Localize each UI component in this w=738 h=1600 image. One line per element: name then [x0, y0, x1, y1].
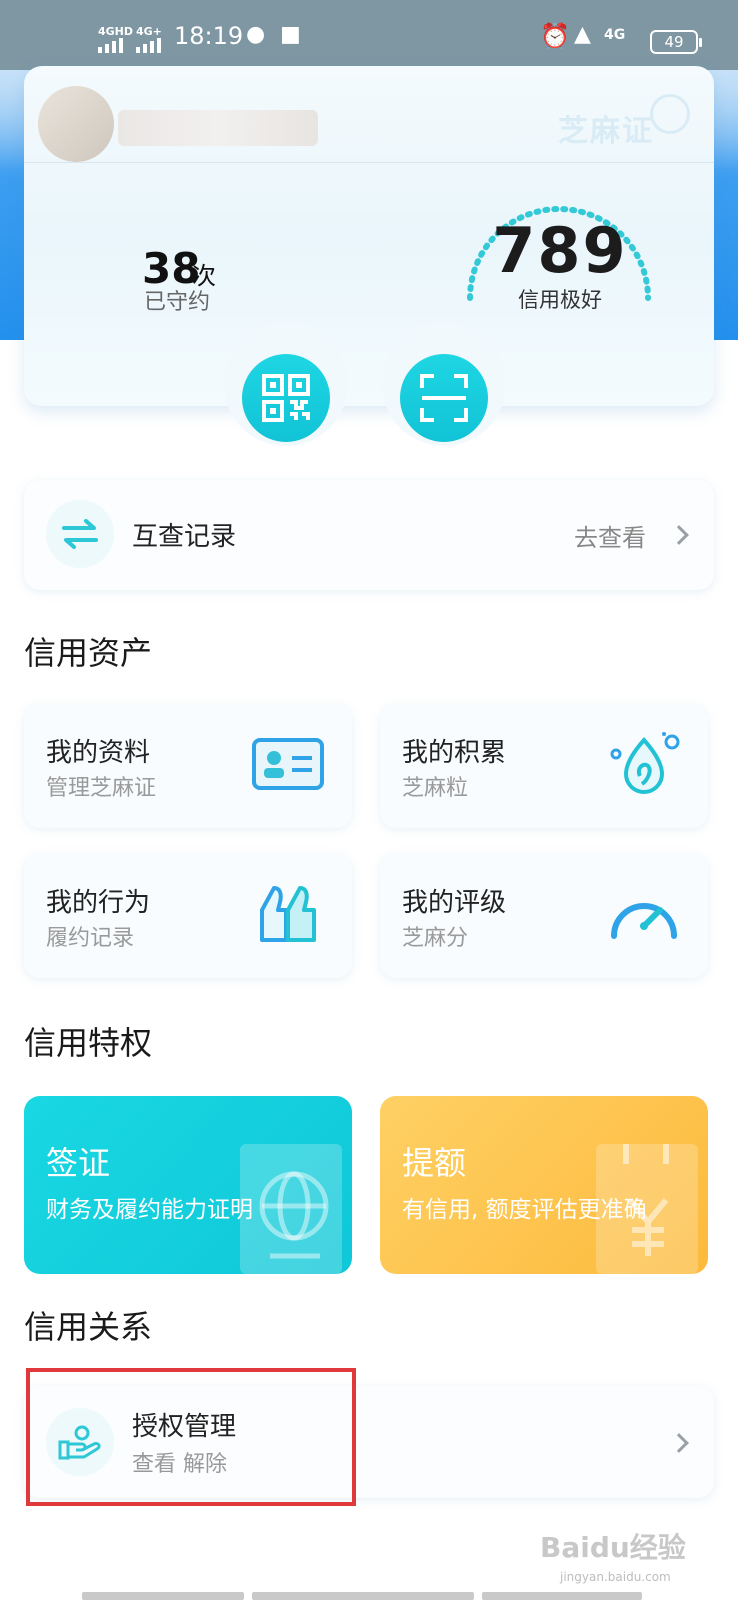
- tile-subtitle: 芝麻分: [402, 926, 469, 951]
- tile-subtitle: 芝麻粒: [402, 776, 469, 801]
- mute-bell-icon: ▲: [574, 22, 591, 47]
- signal-strength-icon-2: [136, 38, 161, 53]
- section-title-credit-assets: 信用资产: [24, 634, 153, 672]
- status-bar: 4GHD 4G+ 18:19 ● ■ ⏰ ▲ 4G 49: [0, 0, 738, 70]
- mutual-check-action[interactable]: 去查看: [574, 518, 646, 553]
- scan-icon: [420, 374, 468, 422]
- perk-subtitle: 财务及履约能力证明: [46, 1197, 253, 1223]
- bottom-edge-bar: [252, 1592, 474, 1600]
- credit-score-card: 芝麻证 38 次 已守约 789 信用极好: [24, 66, 714, 406]
- tile-my-rating[interactable]: 我的评级 芝麻分: [380, 854, 708, 978]
- wechat-icon: ●: [246, 22, 266, 47]
- thumbs-up-icon: [260, 886, 316, 942]
- tile-title: 我的评级: [402, 888, 507, 918]
- tile-my-behavior[interactable]: 我的行为 履约记录: [24, 854, 352, 978]
- tile-title: 我的行为: [46, 888, 151, 918]
- signal-strength-icon: [98, 38, 123, 53]
- brand-watermark: 芝麻证: [558, 114, 654, 149]
- perk-title: 提额: [402, 1144, 467, 1182]
- bottom-edge-bar: [82, 1592, 244, 1600]
- alarm-icon: ⏰: [540, 22, 570, 50]
- network-type-label-2: 4G+: [136, 25, 162, 38]
- perk-visa-card[interactable]: 签证 财务及履约能力证明: [24, 1096, 352, 1274]
- gauge-icon: [611, 903, 677, 939]
- perk-title: 签证: [46, 1144, 111, 1182]
- score-label: 信用极好: [518, 288, 602, 312]
- tile-title: 我的资料: [46, 738, 151, 768]
- bottom-edge-bar: [482, 1592, 642, 1600]
- credit-score[interactable]: 789: [460, 214, 660, 287]
- tile-my-profile[interactable]: 我的资料 管理芝麻证: [24, 704, 352, 828]
- network-type-label-3: 4G: [604, 27, 626, 43]
- network-type-label: 4GHD: [98, 25, 134, 38]
- perk-subtitle: 有信用, 额度评估更准确: [402, 1197, 647, 1223]
- mutual-check-title: 互查记录: [132, 522, 237, 552]
- battery-icon: 49: [650, 30, 702, 54]
- dnd-app-icon: ■: [280, 22, 301, 47]
- chevron-right-icon: [669, 525, 689, 545]
- swap-icon: [46, 500, 114, 568]
- chevron-right-icon: [669, 1433, 689, 1453]
- tile-subtitle: 管理芝麻证: [46, 776, 157, 801]
- avatar[interactable]: [38, 86, 114, 162]
- tile-title: 我的积累: [402, 738, 507, 768]
- mutual-check-row[interactable]: 互查记录 去查看: [24, 480, 714, 590]
- user-name-redacted: [118, 110, 318, 146]
- brand-logo-icon: [650, 94, 690, 134]
- red-highlight-box: [26, 1368, 356, 1506]
- perk-limit-increase-card[interactable]: 提额 有信用, 额度评估更准确: [380, 1096, 708, 1274]
- tile-my-accumulation[interactable]: 我的积累 芝麻粒: [380, 704, 708, 828]
- section-title-credit-relations: 信用关系: [24, 1308, 153, 1346]
- kept-label: 已守约: [144, 290, 211, 315]
- qr-code-icon: [262, 374, 310, 422]
- scan-button[interactable]: [400, 354, 488, 442]
- tile-subtitle: 履约记录: [46, 926, 135, 951]
- passport-icon: [240, 1144, 342, 1274]
- section-title-credit-privileges: 信用特权: [24, 1024, 153, 1062]
- baidu-watermark: Baidu经验: [540, 1531, 686, 1564]
- id-card-icon: [252, 738, 324, 790]
- qr-code-button[interactable]: [242, 354, 330, 442]
- divider: [24, 162, 714, 163]
- clock: 18:19: [174, 22, 244, 50]
- baidu-watermark-url: jingyan.baidu.com: [560, 1570, 671, 1584]
- sesame-drop-icon: [610, 732, 680, 794]
